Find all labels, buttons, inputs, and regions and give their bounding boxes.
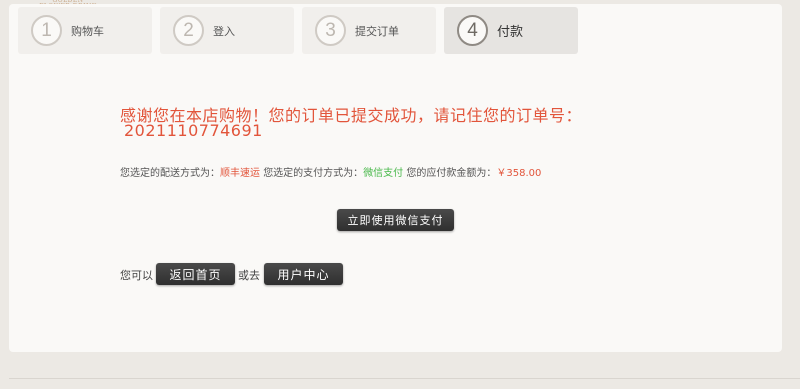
amount-label: 您的应付款金额为：: [406, 168, 497, 179]
step-number: 3: [315, 15, 346, 46]
back-home-button[interactable]: 返回首页: [156, 263, 235, 285]
or-text: 或去: [238, 269, 260, 282]
user-center-button[interactable]: 用户中心: [264, 263, 343, 285]
order-number: 2021110774691: [124, 121, 263, 140]
payment-label: 您选定的支付方式为：: [263, 168, 364, 179]
delivery-label: 您选定的配送方式为：: [120, 168, 220, 179]
wechat-pay-button[interactable]: 立即使用微信支付: [337, 209, 454, 231]
payment-value: 微信支付: [363, 168, 404, 179]
step-number: 1: [31, 15, 62, 46]
order-summary: 您选定的配送方式为：顺丰速运 您选定的支付方式为：微信支付 您的应付款金额为：￥…: [120, 164, 541, 179]
step-login: 2 登入: [160, 7, 294, 54]
delivery-value: 顺丰速运: [220, 168, 260, 179]
step-cart: 1 购物车: [18, 7, 152, 54]
step-label: 购物车: [71, 24, 104, 38]
step-submit-order: 3 提交订单: [302, 7, 436, 54]
amount-value: ￥358.00: [496, 168, 542, 179]
step-label: 提交订单: [355, 24, 399, 38]
step-number: 4: [457, 15, 488, 46]
prefix-text: 您可以: [120, 269, 153, 282]
step-number: 2: [173, 15, 204, 46]
step-payment: 4 付款: [444, 7, 578, 54]
step-label: 登入: [213, 24, 235, 38]
footer-divider: [9, 378, 800, 379]
step-label: 付款: [497, 25, 524, 40]
